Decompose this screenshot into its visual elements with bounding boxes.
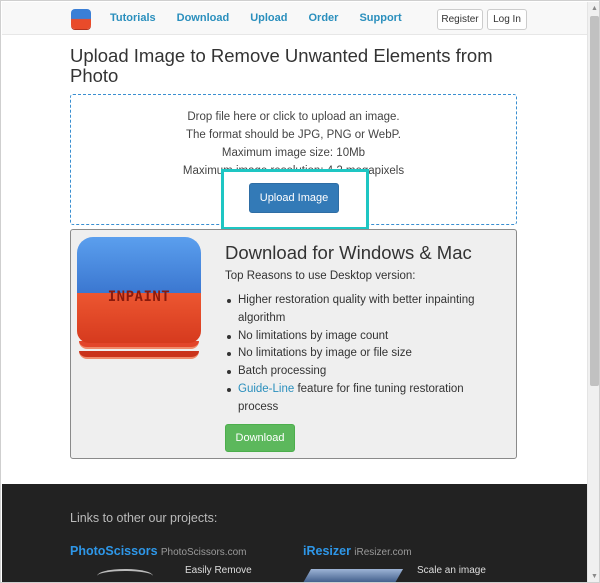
nav-link-order[interactable]: Order bbox=[308, 12, 338, 24]
dropzone-line-drop: Drop file here or click to upload an ima… bbox=[187, 111, 400, 123]
page-title: Upload Image to Remove Unwanted Elements… bbox=[70, 45, 493, 86]
project-link-iresizer[interactable]: iResizer iResizer.com bbox=[303, 544, 412, 558]
photoscissors-thumbnail bbox=[97, 569, 153, 582]
list-item: Guide-Line feature for fine tuning resto… bbox=[225, 381, 495, 417]
download-subtitle: Top Reasons to use Desktop version: bbox=[225, 270, 416, 282]
nav-links: Tutorials Download Upload Order Support bbox=[110, 12, 423, 24]
list-item: No limitations by image count bbox=[225, 328, 495, 346]
scrollbar-thumb[interactable] bbox=[590, 16, 599, 386]
inpaint-logo-icon[interactable] bbox=[71, 9, 91, 29]
nav-link-support[interactable]: Support bbox=[359, 12, 401, 24]
footer-title: Links to other our projects: bbox=[70, 511, 218, 525]
nav-link-upload[interactable]: Upload bbox=[250, 12, 287, 24]
inpaint-app-icon: INPAINT bbox=[77, 237, 201, 363]
dropzone-line-format: The format should be JPG, PNG or WebP. bbox=[186, 129, 401, 141]
list-item: No limitations by image or file size bbox=[225, 345, 495, 363]
download-button[interactable]: Download bbox=[225, 424, 295, 452]
browser-viewport: Tutorials Download Upload Order Support … bbox=[0, 0, 600, 583]
download-title: Download for Windows & Mac bbox=[225, 242, 472, 263]
nav-link-download[interactable]: Download bbox=[177, 12, 230, 24]
footer bbox=[2, 484, 587, 582]
iresizer-description: Scale an image bbox=[417, 565, 486, 576]
dropzone-line-size: Maximum image size: 10Mb bbox=[221, 147, 366, 159]
reasons-list: Higher restoration quality with better i… bbox=[225, 292, 495, 417]
app-icon-label: INPAINT bbox=[107, 289, 171, 305]
top-navbar: Tutorials Download Upload Order Support … bbox=[2, 2, 587, 35]
register-button[interactable]: Register bbox=[437, 9, 483, 30]
list-item: Batch processing bbox=[225, 363, 495, 381]
login-button[interactable]: Log In bbox=[487, 9, 527, 30]
photoscissors-description: Easily Remove bbox=[185, 565, 252, 576]
guide-line-link[interactable]: Guide-Line bbox=[238, 383, 294, 395]
iresizer-thumbnail bbox=[302, 569, 404, 582]
list-item: Higher restoration quality with better i… bbox=[225, 292, 495, 328]
scroll-down-arrow-icon[interactable]: ▼ bbox=[588, 570, 599, 582]
scroll-up-arrow-icon[interactable]: ▲ bbox=[588, 2, 599, 15]
upload-image-button[interactable]: Upload Image bbox=[249, 183, 339, 213]
project-link-photoscissors[interactable]: PhotoScissors PhotoScissors.com bbox=[70, 544, 246, 558]
nav-link-tutorials[interactable]: Tutorials bbox=[110, 12, 156, 24]
vertical-scrollbar[interactable]: ▲ ▼ bbox=[587, 2, 599, 582]
